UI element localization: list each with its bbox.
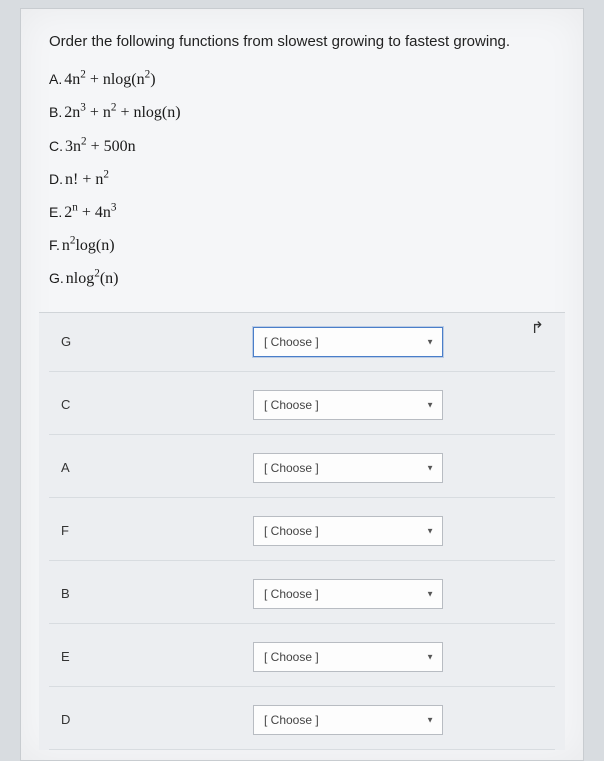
chevron-down-icon: ▼ bbox=[426, 400, 434, 409]
option-d: D.n! + n2 bbox=[49, 167, 555, 190]
select-wrap: [ Choose ]▼ bbox=[253, 642, 443, 672]
question-page: Order the following functions from slowe… bbox=[20, 8, 584, 761]
option-e: E.2n + 4n3 bbox=[49, 201, 555, 224]
chevron-down-icon: ▼ bbox=[426, 589, 434, 598]
answer-letter: E bbox=[53, 649, 253, 664]
answer-letter: G bbox=[53, 334, 253, 349]
choose-select[interactable]: [ Choose ]▼ bbox=[253, 327, 443, 357]
choose-select[interactable]: [ Choose ]▼ bbox=[253, 516, 443, 546]
choose-select[interactable]: [ Choose ]▼ bbox=[253, 390, 443, 420]
select-wrap: [ Choose ]▼ bbox=[253, 453, 443, 483]
choose-select[interactable]: [ Choose ]▼ bbox=[253, 579, 443, 609]
option-b: B.2n3 + n2 + nlog(n) bbox=[49, 101, 555, 124]
answer-row: D[ Choose ]▼ bbox=[49, 687, 555, 750]
option-g: G.nlog2(n) bbox=[49, 267, 555, 290]
select-wrap: [ Choose ]▼ bbox=[253, 327, 443, 357]
choose-select[interactable]: [ Choose ]▼ bbox=[253, 642, 443, 672]
answer-row: E[ Choose ]▼ bbox=[49, 624, 555, 687]
select-wrap: [ Choose ]▼ bbox=[253, 705, 443, 735]
answer-letter: A bbox=[53, 460, 253, 475]
options-list: A.4n2 + nlog(n2) B.2n3 + n2 + nlog(n) C.… bbox=[49, 68, 555, 290]
select-wrap: [ Choose ]▼ bbox=[253, 390, 443, 420]
answer-row: G[ Choose ]▼ bbox=[49, 313, 555, 372]
answer-row: F[ Choose ]▼ bbox=[49, 498, 555, 561]
option-f: F.n2log(n) bbox=[49, 234, 555, 257]
chevron-down-icon: ▼ bbox=[426, 526, 434, 535]
answer-area: G[ Choose ]▼C[ Choose ]▼A[ Choose ]▼F[ C… bbox=[39, 312, 565, 750]
option-a: A.4n2 + nlog(n2) bbox=[49, 68, 555, 91]
option-c: C.3n2 + 500n bbox=[49, 134, 555, 157]
answer-letter: D bbox=[53, 712, 253, 727]
answer-row: C[ Choose ]▼ bbox=[49, 372, 555, 435]
answer-row: A[ Choose ]▼ bbox=[49, 435, 555, 498]
question-prompt: Order the following functions from slowe… bbox=[49, 33, 555, 50]
chevron-down-icon: ▼ bbox=[426, 715, 434, 724]
select-wrap: [ Choose ]▼ bbox=[253, 516, 443, 546]
chevron-down-icon: ▼ bbox=[426, 463, 434, 472]
answer-letter: C bbox=[53, 397, 253, 412]
answer-letter: F bbox=[53, 523, 253, 538]
answer-letter: B bbox=[53, 586, 253, 601]
choose-select[interactable]: [ Choose ]▼ bbox=[253, 453, 443, 483]
chevron-down-icon: ▼ bbox=[426, 652, 434, 661]
choose-select[interactable]: [ Choose ]▼ bbox=[253, 705, 443, 735]
select-wrap: [ Choose ]▼ bbox=[253, 579, 443, 609]
answer-row: B[ Choose ]▼ bbox=[49, 561, 555, 624]
chevron-down-icon: ▼ bbox=[426, 337, 434, 346]
